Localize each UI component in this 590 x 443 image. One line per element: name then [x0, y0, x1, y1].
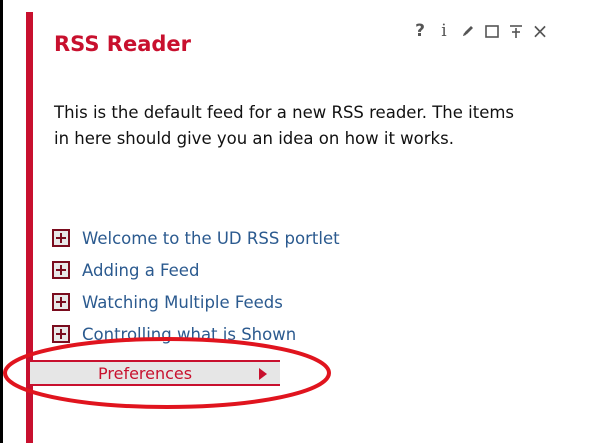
plus-box-icon[interactable]	[52, 261, 70, 279]
portlet-description: This is the default feed for a new RSS r…	[54, 103, 515, 148]
window-left-border	[0, 0, 3, 443]
feed-item-label[interactable]: Welcome to the UD RSS portlet	[82, 229, 340, 248]
maximize-icon[interactable]	[483, 20, 501, 42]
feed-item-label[interactable]: Controlling what is Shown	[82, 325, 296, 344]
plus-box-icon[interactable]	[52, 229, 70, 247]
info-icon[interactable]: i	[435, 20, 453, 42]
portlet-title: RSS Reader	[54, 32, 192, 56]
feed-item[interactable]: Watching Multiple Feeds	[52, 286, 340, 318]
edit-icon[interactable]	[459, 20, 477, 42]
feed-item[interactable]: Welcome to the UD RSS portlet	[52, 222, 340, 254]
feed-item[interactable]: Adding a Feed	[52, 254, 340, 286]
close-icon[interactable]: ×	[531, 19, 549, 43]
preferences-label: Preferences	[98, 364, 193, 383]
feed-item-label[interactable]: Watching Multiple Feeds	[82, 293, 283, 312]
portlet-controls: ? i ×	[411, 18, 549, 44]
plus-box-icon[interactable]	[52, 325, 70, 343]
feed-item[interactable]: Controlling what is Shown	[52, 318, 340, 350]
minimize-icon[interactable]	[507, 20, 525, 42]
plus-box-icon[interactable]	[52, 293, 70, 311]
feed-item-list: Welcome to the UD RSS portlet Adding a F…	[52, 222, 340, 350]
preferences-button[interactable]: Preferences	[30, 360, 280, 386]
arrow-right-icon	[259, 368, 267, 380]
rss-reader-portlet: RSS Reader ? i × This is the default fee…	[26, 12, 590, 443]
help-icon[interactable]: ?	[411, 20, 429, 42]
feed-item-label[interactable]: Adding a Feed	[82, 261, 199, 280]
